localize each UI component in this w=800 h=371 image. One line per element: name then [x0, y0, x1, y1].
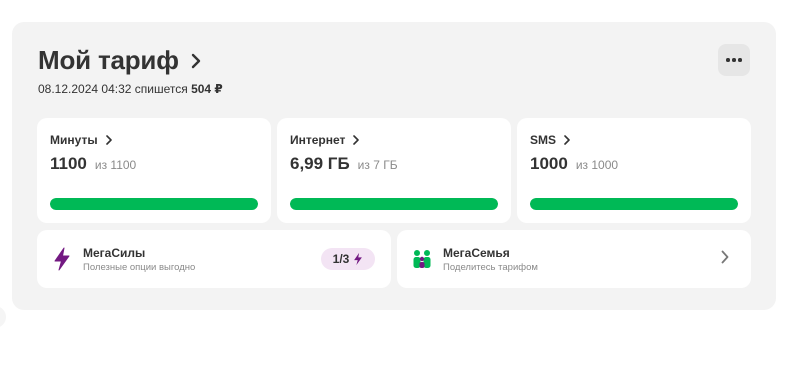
tile-minutes-value: 1100	[50, 154, 87, 173]
chevron-right-icon	[564, 135, 570, 145]
tile-internet-value: 6,99 ГБ	[290, 154, 350, 173]
tile-minutes-label: Минуты	[50, 133, 98, 147]
page-title: Мой тариф	[38, 45, 179, 75]
progress-fill	[290, 198, 498, 210]
charge-text: спишется	[134, 82, 188, 96]
tariff-title-link[interactable]: Мой тариф	[38, 45, 201, 76]
megasily-subtitle: Полезные опции выгодно	[83, 262, 196, 273]
tile-internet-total: из 7 ГБ	[357, 158, 398, 172]
more-button[interactable]	[718, 44, 750, 76]
lightning-icon	[51, 247, 73, 271]
tile-sms-progress	[530, 198, 738, 210]
chevron-right-icon	[721, 250, 729, 264]
tile-sms-value-row: 1000 из 1000	[530, 154, 618, 174]
megasily-badge-count: 1/3	[332, 252, 350, 266]
family-icon	[411, 247, 433, 271]
lightning-icon	[354, 252, 363, 266]
tile-internet-label: Интернет	[290, 133, 346, 147]
tile-sms-label: SMS	[530, 133, 557, 147]
tile-sms-header[interactable]: SMS	[530, 133, 570, 147]
megasemya-title: МегаСемья	[443, 246, 510, 260]
tariff-card: Мой тариф 08.12.2024 04:32 спишется 504 …	[12, 22, 776, 310]
tile-internet[interactable]: Интернет 6,99 ГБ из 7 ГБ	[277, 118, 511, 223]
tile-minutes[interactable]: Минуты 1100 из 1100	[37, 118, 271, 223]
charge-amount: 504 ₽	[191, 82, 223, 96]
edge-shape	[0, 306, 6, 328]
megasily-card[interactable]: МегаСилы Полезные опции выгодно 1/3	[37, 230, 391, 288]
chevron-right-icon	[105, 135, 112, 145]
more-horizontal-icon	[726, 58, 730, 62]
tile-internet-value-row: 6,99 ГБ из 7 ГБ	[290, 154, 398, 174]
tile-minutes-value-row: 1100 из 1100	[50, 154, 136, 174]
tile-internet-header[interactable]: Интернет	[290, 133, 360, 147]
megasemya-subtitle: Поделитесь тарифом	[443, 262, 538, 273]
progress-fill	[530, 198, 738, 210]
tile-sms-value: 1000	[530, 154, 568, 173]
tile-minutes-total: из 1100	[94, 158, 137, 172]
tile-minutes-header[interactable]: Минуты	[50, 133, 112, 147]
tile-internet-progress	[290, 198, 498, 210]
megasily-title: МегаСилы	[83, 246, 146, 260]
tile-sms[interactable]: SMS 1000 из 1000	[517, 118, 751, 223]
progress-fill	[50, 198, 258, 210]
megasily-badge[interactable]: 1/3	[321, 248, 375, 270]
tile-minutes-progress	[50, 198, 258, 210]
tile-sms-total: из 1000	[575, 158, 619, 172]
charge-info: 08.12.2024 04:32 спишется 504 ₽	[38, 82, 223, 96]
chevron-right-icon	[191, 53, 201, 69]
more-dot	[732, 58, 736, 62]
megasemya-card[interactable]: МегаСемья Поделитесь тарифом	[397, 230, 751, 288]
chevron-right-icon	[353, 135, 360, 145]
charge-date: 08.12.2024 04:32	[38, 82, 132, 96]
more-dot	[738, 58, 742, 62]
